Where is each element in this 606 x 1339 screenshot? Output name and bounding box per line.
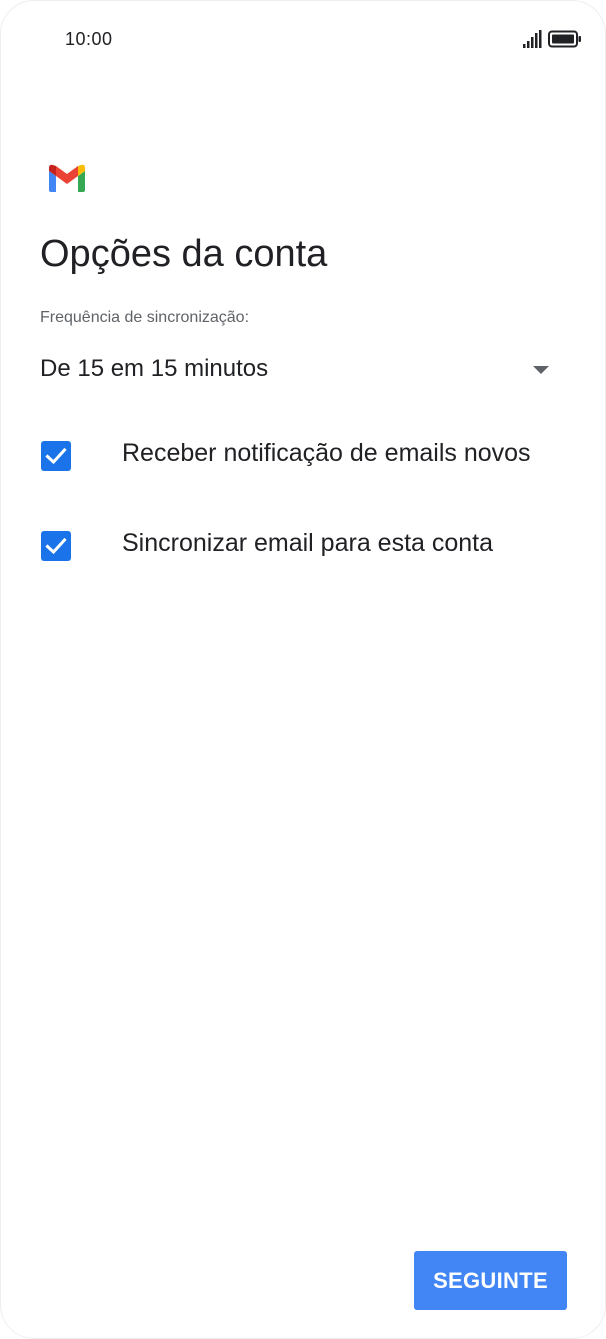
battery-full-icon: [548, 30, 581, 48]
sync-frequency-label: Frequência de sincronização:: [40, 309, 250, 326]
checkmark-icon: [45, 447, 67, 465]
phone-screen: 10:00 Opções da conta Frequência de sinc…: [0, 0, 606, 1339]
sync-frequency-dropdown[interactable]: De 15 em 15 minutos: [40, 353, 560, 393]
sync-frequency-value: De 15 em 15 minutos: [40, 355, 269, 382]
checkmark-icon: [45, 537, 67, 555]
sync-email-option[interactable]: Sincronizar email para esta conta: [40, 521, 580, 569]
next-button[interactable]: SEGUINTE: [414, 1251, 567, 1310]
dropdown-arrow-icon: [533, 366, 549, 374]
new-email-notification-label: Receber notificação de emails novos: [122, 439, 531, 467]
new-email-notification-checkbox[interactable]: [41, 441, 71, 471]
sync-email-label: Sincronizar email para esta conta: [122, 529, 494, 557]
page-title: Opções da conta: [40, 233, 328, 275]
status-bar: 10:00: [1, 1, 606, 81]
new-email-notification-option[interactable]: Receber notificação de emails novos: [40, 431, 580, 479]
status-time: 10:00: [65, 29, 113, 49]
sync-email-checkbox[interactable]: [41, 531, 71, 561]
signal-bars-icon: [523, 30, 542, 48]
gmail-logo-icon: [49, 164, 85, 192]
